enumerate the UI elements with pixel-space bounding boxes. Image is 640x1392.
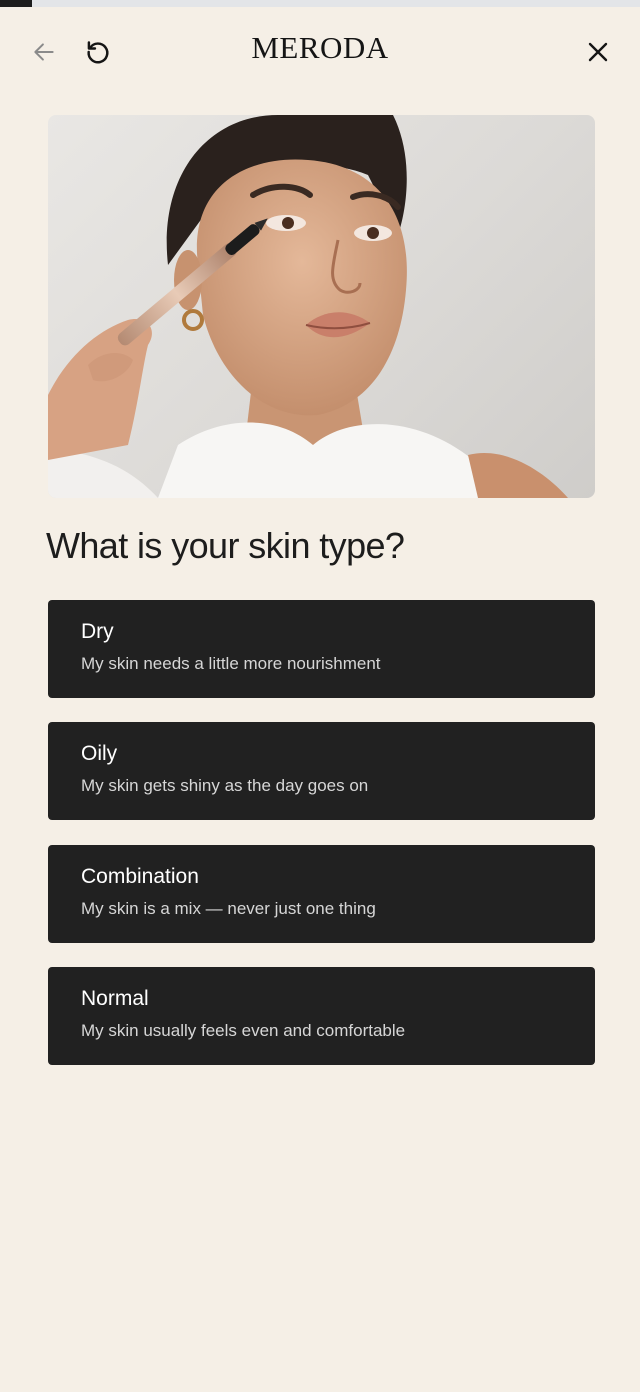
- option-title: Normal: [81, 987, 149, 1010]
- option-title: Dry: [81, 620, 114, 643]
- woman-applying-eyeliner-photo: [48, 115, 568, 498]
- option-dry[interactable]: Dry My skin needs a little more nourishm…: [48, 600, 595, 698]
- progress-bar: [0, 0, 640, 7]
- close-icon: [588, 42, 608, 62]
- option-title: Oily: [81, 742, 118, 765]
- option-normal[interactable]: Normal My skin usually feels even and co…: [48, 967, 595, 1065]
- option-description: My skin gets shiny as the day goes on: [81, 776, 369, 795]
- question-title: What is your skin type?: [46, 525, 405, 566]
- close-button[interactable]: [578, 32, 618, 72]
- option-description: My skin needs a little more nourishment: [81, 654, 381, 673]
- option-combination[interactable]: Combination My skin is a mix — never jus…: [48, 845, 595, 943]
- option-oily[interactable]: Oily My skin gets shiny as the day goes …: [48, 722, 595, 820]
- hero-image: [48, 115, 595, 498]
- progress-bar-fill: [0, 0, 32, 7]
- option-description: My skin is a mix — never just one thing: [81, 899, 376, 918]
- brand-logo: MERODA: [251, 30, 389, 65]
- option-description: My skin usually feels even and comfortab…: [81, 1021, 406, 1040]
- header: MERODA: [0, 7, 640, 95]
- option-title: Combination: [81, 865, 199, 888]
